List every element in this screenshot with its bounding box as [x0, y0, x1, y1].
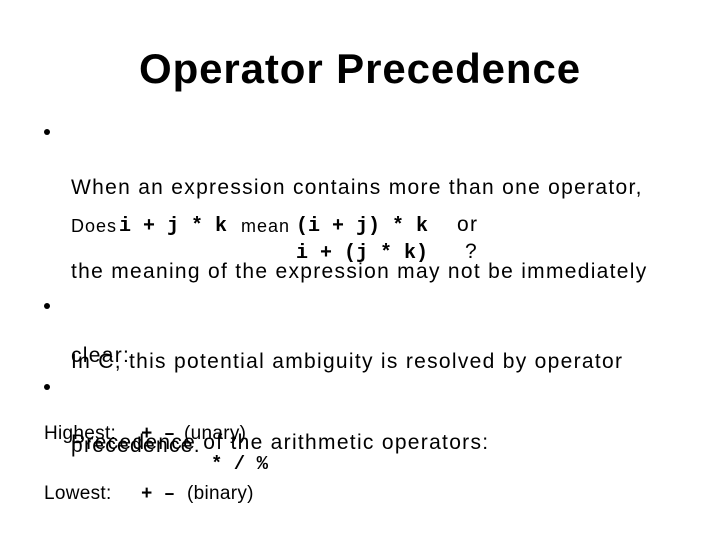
- bullet-line: In C, this potential ambiguity is resolv…: [71, 349, 624, 373]
- precedence-operators: + –: [141, 423, 176, 446]
- bullet-icon: [44, 303, 50, 309]
- precedence-level-label: Highest:: [44, 422, 117, 444]
- bullet-item-arithmetic-precedence: Precedence of the arithmetic operators:: [71, 373, 489, 485]
- slide-title: Operator Precedence: [139, 45, 581, 92]
- example-or-word: or: [457, 213, 479, 237]
- bullet-line: When an expression contains more than on…: [71, 176, 643, 199]
- precedence-note: (binary): [187, 482, 254, 504]
- example-prefix: Does: [71, 215, 118, 236]
- precedence-operators: * / %: [211, 453, 269, 476]
- example-question-mark: ?: [465, 240, 478, 264]
- example-mean-word: mean: [241, 215, 291, 236]
- bullet-icon: [44, 384, 50, 390]
- precedence-operators: + –: [141, 483, 176, 506]
- precedence-note: (unary): [184, 422, 247, 444]
- bullet-line: Precedence of the arithmetic operators:: [71, 430, 490, 454]
- example-option-a: (i + j) * k: [296, 214, 429, 238]
- example-option-b: i + (j * k): [296, 241, 429, 265]
- precedence-level-label: Lowest:: [44, 482, 112, 504]
- example-expression: i + j * k: [119, 214, 228, 238]
- bullet-icon: [44, 129, 50, 135]
